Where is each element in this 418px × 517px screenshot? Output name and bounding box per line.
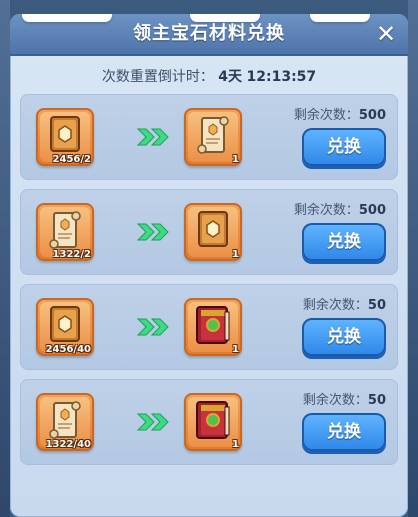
scroll-icon bbox=[49, 401, 81, 439]
countdown-label: 次数重置倒计时： bbox=[101, 69, 214, 85]
remaining-count: 剩余次数：50 bbox=[303, 389, 386, 408]
remaining-label: 剩余次数： bbox=[293, 108, 359, 123]
remaining-label: 剩余次数： bbox=[293, 203, 359, 218]
remaining-value: 50 bbox=[367, 393, 386, 408]
exchange-button[interactable]: 兑换 bbox=[302, 223, 386, 261]
gold-book-icon bbox=[50, 116, 80, 152]
input-quantity: 1322/2 bbox=[52, 249, 91, 260]
remaining-value: 50 bbox=[367, 298, 386, 313]
output-item-slot[interactable]: 1 bbox=[184, 298, 242, 356]
exchange-button[interactable]: 兑换 bbox=[302, 128, 386, 166]
output-quantity: 1 bbox=[232, 249, 239, 260]
scroll-icon bbox=[49, 211, 81, 249]
output-item-slot[interactable]: 1 bbox=[184, 393, 242, 451]
remaining-count: 剩余次数：500 bbox=[294, 199, 386, 218]
remaining-count: 剩余次数：50 bbox=[303, 294, 386, 313]
scroll-icon bbox=[197, 116, 229, 154]
countdown-days: 4天 bbox=[218, 69, 243, 85]
panel-title: 领主宝石材料兑换 bbox=[133, 23, 285, 44]
background-right bbox=[408, 0, 418, 517]
exchange-row: 2456/40 1 剩余次数：50 兑换 bbox=[20, 284, 398, 370]
output-item-slot[interactable]: 1 bbox=[184, 108, 242, 166]
exchange-row: 2456/2 1 剩余次数：500 兑换 bbox=[20, 94, 398, 180]
arrow-right-icon bbox=[136, 413, 169, 431]
remaining-value: 500 bbox=[358, 108, 386, 123]
exchange-row: 1322/40 1 剩余次数：50 兑换 bbox=[20, 379, 398, 465]
input-item-slot[interactable]: 2456/2 bbox=[36, 108, 94, 166]
red-gem-book-icon bbox=[196, 306, 230, 344]
gold-book-icon bbox=[198, 211, 228, 247]
arrow-right-icon bbox=[136, 128, 169, 146]
gold-book-icon bbox=[50, 306, 80, 342]
background-left bbox=[0, 0, 10, 517]
input-quantity: 1322/40 bbox=[45, 439, 91, 450]
arrow-right-icon bbox=[136, 318, 169, 336]
output-quantity: 1 bbox=[232, 439, 239, 450]
output-quantity: 1 bbox=[232, 154, 239, 165]
remaining-label: 剩余次数： bbox=[302, 393, 368, 408]
exchange-button[interactable]: 兑换 bbox=[302, 413, 386, 451]
reset-countdown: 次数重置倒计时： 4天 12:13:57 bbox=[10, 66, 408, 86]
output-item-slot[interactable]: 1 bbox=[184, 203, 242, 261]
exchange-panel: 领主宝石材料兑换 ✕ 次数重置倒计时： 4天 12:13:57 2456/2 1… bbox=[10, 14, 408, 517]
output-quantity: 1 bbox=[232, 344, 239, 355]
panel-header: 领主宝石材料兑换 ✕ bbox=[10, 14, 408, 56]
input-item-slot[interactable]: 1322/2 bbox=[36, 203, 94, 261]
input-item-slot[interactable]: 2456/40 bbox=[36, 298, 94, 356]
input-item-slot[interactable]: 1322/40 bbox=[36, 393, 94, 451]
remaining-value: 500 bbox=[358, 203, 386, 218]
input-quantity: 2456/40 bbox=[45, 344, 91, 355]
input-quantity: 2456/2 bbox=[52, 154, 91, 165]
red-gem-book-icon bbox=[196, 401, 230, 439]
remaining-count: 剩余次数：500 bbox=[294, 104, 386, 123]
close-button[interactable]: ✕ bbox=[372, 20, 400, 48]
arrow-right-icon bbox=[136, 223, 169, 241]
remaining-label: 剩余次数： bbox=[302, 298, 368, 313]
exchange-button[interactable]: 兑换 bbox=[302, 318, 386, 356]
exchange-row: 1322/2 1 剩余次数：500 兑换 bbox=[20, 189, 398, 275]
countdown-time: 12:13:57 bbox=[246, 69, 317, 85]
